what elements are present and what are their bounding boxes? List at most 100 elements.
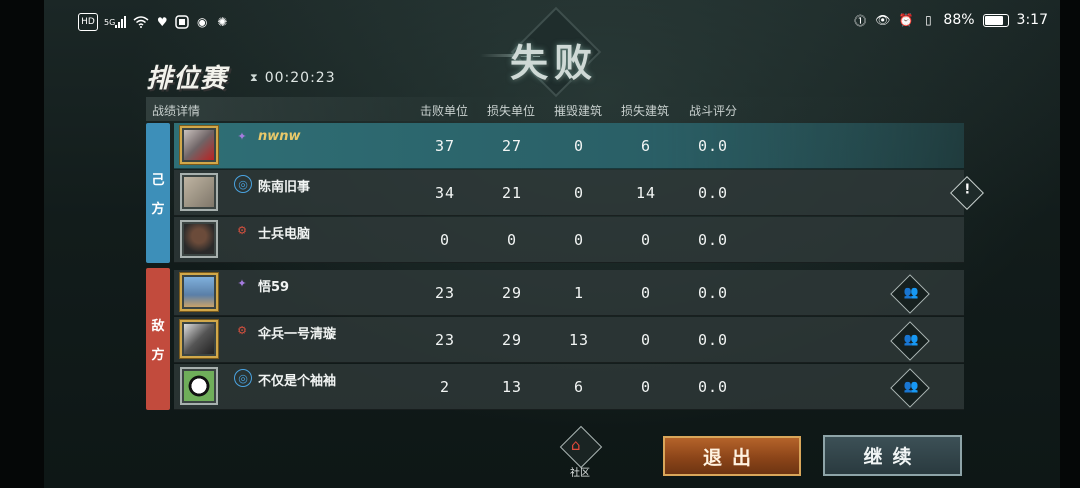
kills-value: 34 (434, 184, 456, 202)
eye-icon: 👁 (875, 13, 891, 27)
kills-value: 37 (434, 137, 456, 155)
lost-buildings-value: 14 (635, 184, 657, 202)
kills-value: 2 (439, 378, 451, 396)
network-label: 5G (104, 17, 116, 27)
player-row-self[interactable]: ✦ nwnw 37 27 0 6 0.0 (174, 123, 964, 169)
score-value: 0.0 (697, 331, 729, 349)
destroyed-value: 1 (573, 284, 585, 302)
player-name: 陈南旧事 (258, 180, 311, 195)
kills-value: 23 (434, 284, 456, 302)
destroyed-value: 6 (573, 378, 585, 396)
destroyed-value: 13 (568, 331, 590, 349)
kills-value: 23 (434, 331, 456, 349)
score-value: 0.0 (697, 231, 729, 249)
score-value: 0.0 (697, 378, 729, 396)
col-score: 战斗评分 (689, 104, 738, 118)
battery-percent: 88% (943, 12, 975, 28)
result-text: 失败 (510, 40, 599, 85)
player-name: nwnw (258, 129, 301, 144)
col-losses: 损失单位 (487, 104, 536, 118)
player-row[interactable]: ◎ 陈南旧事 34 21 0 14 0.0 (174, 170, 964, 216)
player-name: 士兵电脑 (258, 227, 311, 242)
red-rank-icon: ⚙ (237, 223, 247, 237)
player-row[interactable]: ⚙ 士兵电脑 0 0 0 0 0.0 (174, 217, 964, 263)
vibrate-icon: ▯ (925, 13, 932, 27)
destroyed-value: 0 (573, 231, 585, 249)
blue-rank-icon: ◎ (234, 369, 252, 387)
player-name: 不仅是个袖袖 (258, 374, 337, 389)
col-lost-buildings: 损失建筑 (621, 104, 670, 118)
score-value: 0.0 (697, 137, 729, 155)
clock: 3:17 (1016, 12, 1048, 28)
section-label: 战绩详情 (152, 104, 201, 118)
community-frame (559, 425, 603, 469)
red-rank-icon: ⚙ (237, 323, 247, 337)
lost-buildings-value: 0 (640, 231, 652, 249)
nfc-icon: ⓵ (854, 13, 867, 28)
alarm-icon: ⏰ (898, 13, 914, 27)
battery-icon (982, 13, 1009, 27)
col-kills: 击败单位 (420, 104, 469, 118)
heart-icon: ♥ (156, 15, 168, 29)
purple-rank-icon: ✦ (237, 276, 247, 290)
score-value: 0.0 (697, 184, 729, 202)
player-name: 悟59 (258, 280, 290, 295)
avatar[interactable] (180, 126, 218, 164)
timer-value: 00:20:23 (264, 70, 336, 86)
avatar[interactable] (180, 320, 218, 358)
player-name: 伞兵一号清璇 (258, 327, 337, 342)
left-bezel (0, 0, 44, 488)
enemy-label-1: 敌 (151, 319, 165, 334)
kills-value: 0 (439, 231, 451, 249)
right-bezel (1060, 0, 1080, 488)
lost-buildings-value: 0 (640, 378, 652, 396)
mode-title: 排位赛 (146, 64, 228, 94)
add-friend-icon: 👥 (903, 285, 919, 300)
app3-icon: ✺ (217, 15, 228, 29)
losses-value: 29 (501, 331, 523, 349)
blue-rank-icon: ◎ (234, 175, 252, 193)
table-header: 战绩详情 击败单位 损失单位 摧毁建筑 损失建筑 战斗评分 (146, 97, 966, 121)
losses-value: 13 (501, 378, 523, 396)
losses-value: 29 (501, 284, 523, 302)
add-friend-icon: 👥 (903, 379, 919, 394)
home-icon: ⌂ (571, 436, 581, 454)
alert-icon: ! (964, 182, 971, 198)
lost-buildings-value: 0 (640, 284, 652, 302)
wifi-icon (133, 14, 149, 30)
ally-team-tag: 己 方 (146, 123, 170, 263)
ally-label-2: 方 (151, 202, 165, 217)
app-icon (175, 14, 190, 30)
col-destroyed: 摧毁建筑 (554, 104, 603, 118)
avatar[interactable] (180, 367, 218, 405)
add-friend-icon: 👥 (903, 332, 919, 347)
hd-icon: HD (78, 13, 98, 31)
losses-value: 27 (501, 137, 523, 155)
purple-rank-icon: ✦ (237, 129, 247, 143)
losses-value: 21 (501, 184, 523, 202)
destroyed-value: 0 (573, 137, 585, 155)
avatar[interactable] (180, 173, 218, 211)
5g-signal-icon: 5G (104, 14, 127, 30)
avatar[interactable] (180, 220, 218, 258)
result-banner: 失败 (480, 6, 640, 98)
enemy-team-tag: 敌 方 (146, 268, 170, 410)
avatar[interactable] (180, 273, 218, 311)
enemy-label-2: 方 (151, 348, 165, 363)
player-row[interactable]: ⚙ 伞兵一号清璇 23 29 13 0 0.0 (174, 317, 964, 363)
app2-icon: ◉ (197, 15, 208, 29)
player-row[interactable]: ✦ 悟59 23 29 1 0 0.0 (174, 270, 964, 316)
community-button[interactable]: ⌂ 社区 (558, 425, 603, 479)
exit-button[interactable]: 退出 (663, 436, 801, 476)
losses-value: 0 (506, 231, 518, 249)
continue-button[interactable]: 继续 (823, 435, 962, 476)
lost-buildings-value: 0 (640, 331, 652, 349)
community-label: 社区 (570, 468, 590, 479)
lost-buildings-value: 6 (640, 137, 652, 155)
hourglass-icon: ⧗ (250, 71, 259, 84)
score-value: 0.0 (697, 284, 729, 302)
player-row[interactable]: ◎ 不仅是个袖袖 2 13 6 0 0.0 (174, 364, 964, 410)
destroyed-value: 0 (573, 184, 585, 202)
match-timer: ⧗ 00:20:23 (250, 70, 336, 86)
ally-label-1: 己 (151, 173, 165, 188)
